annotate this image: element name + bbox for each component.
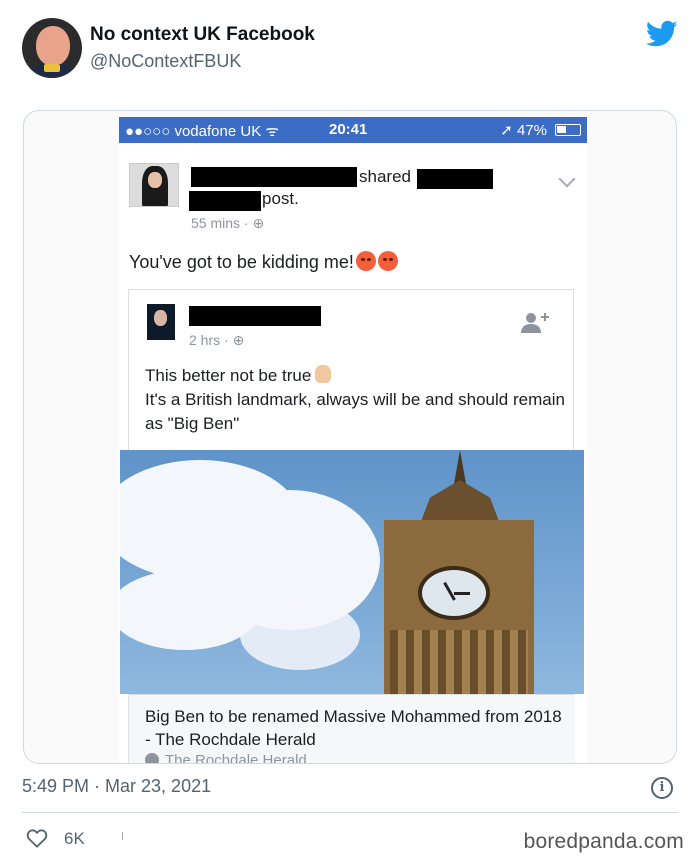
battery-icon	[555, 124, 581, 136]
like-count: 6K	[64, 829, 85, 848]
article-image[interactable]	[120, 450, 584, 694]
phone-status-bar: ●●○○○ vodafone UK ᯤ 20:41 ➚ 47%	[119, 117, 587, 143]
inner-profile-picture[interactable]	[147, 304, 175, 340]
angry-emoji-icon	[355, 251, 376, 271]
globe-icon	[145, 753, 159, 763]
inner-face	[154, 310, 167, 326]
battery-fill	[557, 126, 567, 133]
tweet-media-card[interactable]: ●●○○○ vodafone UK ᯤ 20:41 ➚ 47% shared p…	[23, 110, 677, 764]
phone-time: 20:41	[329, 121, 368, 138]
article-source-name: The Rochdale Herald	[165, 752, 307, 764]
user-handle[interactable]: @NoContextFBUK	[90, 51, 241, 72]
inner-post-text: This better not be true It's a British l…	[145, 364, 565, 436]
clock-hand	[454, 592, 470, 595]
tower-spire	[454, 450, 466, 484]
inner-line-2: It's a British landmark, always will be …	[145, 390, 565, 433]
post-label: post.	[262, 189, 299, 208]
add-friend-icon[interactable]	[521, 312, 549, 334]
shared-inner-post[interactable]: 2 hrs · ⊕ This better not be true It's a…	[120, 289, 584, 764]
avatar-collar	[44, 64, 60, 72]
carrier-label: ●●○○○ vodafone UK ᯤ	[125, 123, 280, 140]
cloud	[240, 600, 360, 670]
phone-screenshot: ●●○○○ vodafone UK ᯤ 20:41 ➚ 47% shared p…	[119, 117, 587, 764]
separator-tick	[122, 832, 123, 840]
facebook-post: shared post. 55 mins · ⊕ You've got to b…	[119, 143, 587, 764]
tweet-timestamp[interactable]: 5:49 PM · Mar 23, 2021	[22, 776, 211, 797]
cloud	[120, 570, 260, 650]
post-meta: 55 mins · ⊕	[191, 215, 265, 231]
chevron-down-icon[interactable]	[558, 170, 576, 188]
redacted-shared-name	[417, 169, 493, 189]
twitter-bird-icon[interactable]	[646, 20, 678, 48]
info-icon[interactable]: i	[651, 777, 673, 799]
poster-face	[148, 172, 162, 188]
inner-post-meta: 2 hrs · ⊕	[189, 332, 245, 348]
tweet-header: No context UK Facebook @NoContextFBUK	[22, 18, 682, 80]
shared-label: shared	[359, 167, 411, 186]
raised-hand-emoji-icon	[315, 365, 332, 383]
watermark: boredpanda.com	[523, 830, 684, 853]
article-title[interactable]: Big Ben to be renamed Massive Mohammed f…	[145, 705, 565, 751]
redacted-name	[191, 167, 357, 187]
article-source: The Rochdale Herald	[145, 752, 307, 764]
clock-face	[418, 566, 490, 620]
heart-icon[interactable]	[26, 828, 48, 848]
avatar[interactable]	[22, 18, 82, 78]
tower-roof	[420, 480, 500, 524]
avatar-face	[36, 26, 70, 66]
post-body: You've got to be kidding me!	[129, 251, 398, 273]
display-name[interactable]: No context UK Facebook	[90, 24, 315, 46]
poster-profile-picture[interactable]	[129, 163, 179, 207]
battery-percent: ➚ 47%	[500, 122, 547, 139]
redacted-owner	[189, 191, 261, 211]
inner-line-1: This better not be true	[145, 366, 312, 385]
tower-windows	[390, 630, 528, 694]
divider	[22, 812, 678, 813]
post-body-text: You've got to be kidding me!	[129, 252, 354, 272]
redacted-inner-name	[189, 306, 321, 326]
angry-emoji-icon	[377, 251, 398, 271]
